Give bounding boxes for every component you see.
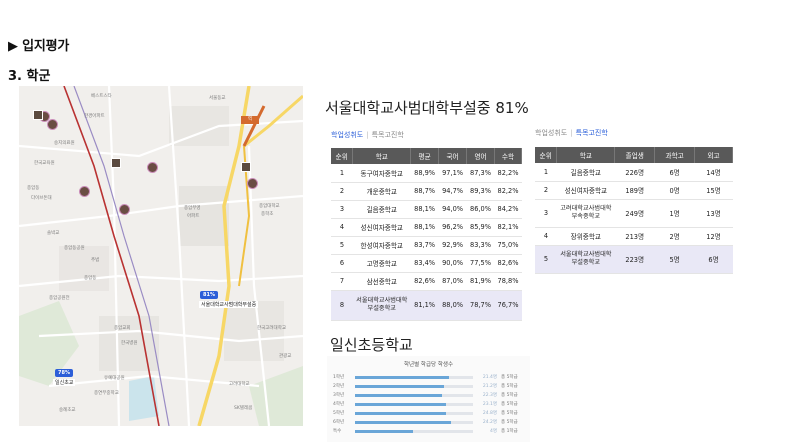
school-marker[interactable] <box>111 158 121 168</box>
chart-bar <box>355 385 444 388</box>
chart-category-label: 6학년 <box>333 420 345 425</box>
chart-value-label: 21.4명 <box>482 375 497 380</box>
subsection-heading: 3. 학군 <box>8 69 51 84</box>
chart-bar-row: 4학년 23.1명 총 5학급 <box>333 401 525 408</box>
chart-value-label: 24.2명 <box>482 420 497 425</box>
table-row[interactable]: 4 장위중학교 213명 2명 12명 <box>535 227 733 246</box>
chart-value-label: 21.2명 <box>482 384 497 389</box>
chart-bar-row: 3학년 22.3명 총 5학급 <box>333 392 525 399</box>
achievement-tabs: 학업성취도 | 특목고진학 <box>331 131 404 139</box>
school-district-map[interactable]: 베스트스타 서울동교 한경아파트 숭지의료원 한국교육원 종암동 다이브돈대 솔… <box>19 86 303 426</box>
chart-title: 학년별 학급당 학생수 <box>403 362 454 368</box>
table-row[interactable]: 1 길음중학교 226명 6명 14명 <box>535 163 733 182</box>
chart-bar-row: 1학년 21.4명 총 5학급 <box>333 374 525 381</box>
chart-class-label: 총 5학급 <box>501 384 518 389</box>
chart-bar-track <box>355 403 473 406</box>
chart-bar <box>355 394 442 397</box>
tab-achievement[interactable]: 학업성취도 <box>535 129 567 137</box>
chart-class-label: 총 5학급 <box>501 402 518 407</box>
school-marker[interactable] <box>241 162 251 172</box>
table-row[interactable]: 5 한성여자중학교 83,7% 92,9% 83,3% 75,0% <box>331 236 522 255</box>
chart-bar-row: 특수 4명 총 1학급 <box>333 428 525 435</box>
chart-category-label: 5학년 <box>333 411 345 416</box>
middle-school-title: 서울대학교사범대학부설중 81% <box>325 99 529 117</box>
chart-bar-track <box>355 421 473 424</box>
chart-class-label: 총 5학급 <box>501 375 518 380</box>
section-heading: ▶ 입지평가 <box>8 39 70 54</box>
special-admission-table: 순위 학교 졸업생 과학고 외고 1 길음중학교 226명 6명 14명 2 성신여자중학… <box>535 147 733 274</box>
school-marker[interactable] <box>33 110 43 120</box>
school-marker[interactable] <box>119 204 130 215</box>
chart-bar <box>355 403 446 406</box>
school-rate-badge[interactable]: 78% <box>55 369 73 377</box>
chart-category-label: 3학년 <box>333 393 345 398</box>
tab-special[interactable]: 특목고진학 <box>372 131 404 139</box>
chart-bar-track <box>355 430 473 433</box>
achievement-table: 순위 학교 평균 국어 영어 수학 1 동구여자중학교 88,9% 97,1% 87,3… <box>331 148 523 321</box>
chart-category-label: 4학년 <box>333 402 345 407</box>
chart-class-label: 총 5학급 <box>501 393 518 398</box>
chart-bar-row: 5학년 24.8명 총 5학급 <box>333 410 525 417</box>
station-icon[interactable]: 역 <box>241 116 259 124</box>
table-row[interactable]: 2 성신여자중학교 189명 0명 15명 <box>535 181 733 200</box>
table-row[interactable]: 7 삼선중학교 82,6% 87,0% 81,9% 78,8% <box>331 272 522 291</box>
chart-value-label: 4명 <box>489 429 497 434</box>
chart-bar <box>355 421 451 424</box>
students-per-class-chart: 학년별 학급당 학생수 1학년 21.4명 총 5학급 2학년 21.2명 총 5학급 3학… <box>327 356 530 442</box>
chart-bar-row: 2학년 21.2명 총 5학급 <box>333 383 525 390</box>
school-marker[interactable] <box>147 162 158 173</box>
chart-category-label: 2학년 <box>333 384 345 389</box>
chart-bar-track <box>355 394 473 397</box>
special-tabs: 학업성취도 | 특목고진학 <box>535 129 608 137</box>
table-row[interactable]: 4 성신여자중학교 88,1% 96,2% 85,9% 82,1% <box>331 218 522 237</box>
chart-bar-track <box>355 385 473 388</box>
chart-class-label: 총 5학급 <box>501 420 518 425</box>
chart-bar-track <box>355 412 473 415</box>
school-marker[interactable] <box>247 178 258 189</box>
table-row-highlighted[interactable]: 5 서울대학교사범대학부설중학교 223명 5명 6명 <box>535 245 733 274</box>
map-elementary-name: 일신초교 <box>53 379 76 386</box>
chart-category-label: 1학년 <box>333 375 345 380</box>
tab-achievement[interactable]: 학업성취도 <box>331 131 363 139</box>
chart-bar-row: 6학년 24.2명 총 5학급 <box>333 419 525 426</box>
school-marker[interactable] <box>47 119 58 130</box>
tab-special[interactable]: 특목고진학 <box>576 129 608 137</box>
table-row[interactable]: 2 개운중학교 88,7% 94,7% 89,3% 82,2% <box>331 182 522 201</box>
chart-bar <box>355 412 446 415</box>
school-marker[interactable] <box>79 186 90 197</box>
chart-value-label: 22.3명 <box>482 393 497 398</box>
map-school-name: 서울대학교사범대학부설중 <box>199 301 259 308</box>
chart-value-label: 24.8명 <box>482 411 497 416</box>
elementary-title: 일신초등학교 <box>330 336 413 354</box>
table-row[interactable]: 6 고명중학교 83,4% 90,0% 77,5% 82,6% <box>331 254 522 273</box>
chart-bar <box>355 376 449 379</box>
table-row-highlighted[interactable]: 8 서울대학교사범대학부설중학교 81,1% 88,0% 78,7% 76,7% <box>331 290 522 321</box>
chart-value-label: 23.1명 <box>482 402 497 407</box>
table-row[interactable]: 1 동구여자중학교 88,9% 97,1% 87,3% 82,2% <box>331 164 522 183</box>
school-rate-badge[interactable]: 81% <box>200 291 218 299</box>
chart-class-label: 총 5학급 <box>501 411 518 416</box>
chart-class-label: 총 1학급 <box>501 429 518 434</box>
chart-category-label: 특수 <box>333 429 342 434</box>
table-row[interactable]: 3 길음중학교 88,1% 94,0% 86,0% 84,2% <box>331 200 522 219</box>
chart-bar <box>355 430 413 433</box>
chart-bar-track <box>355 376 473 379</box>
table-row[interactable]: 3 고려대학교사범대학부속중학교 249명 1명 13명 <box>535 199 733 228</box>
